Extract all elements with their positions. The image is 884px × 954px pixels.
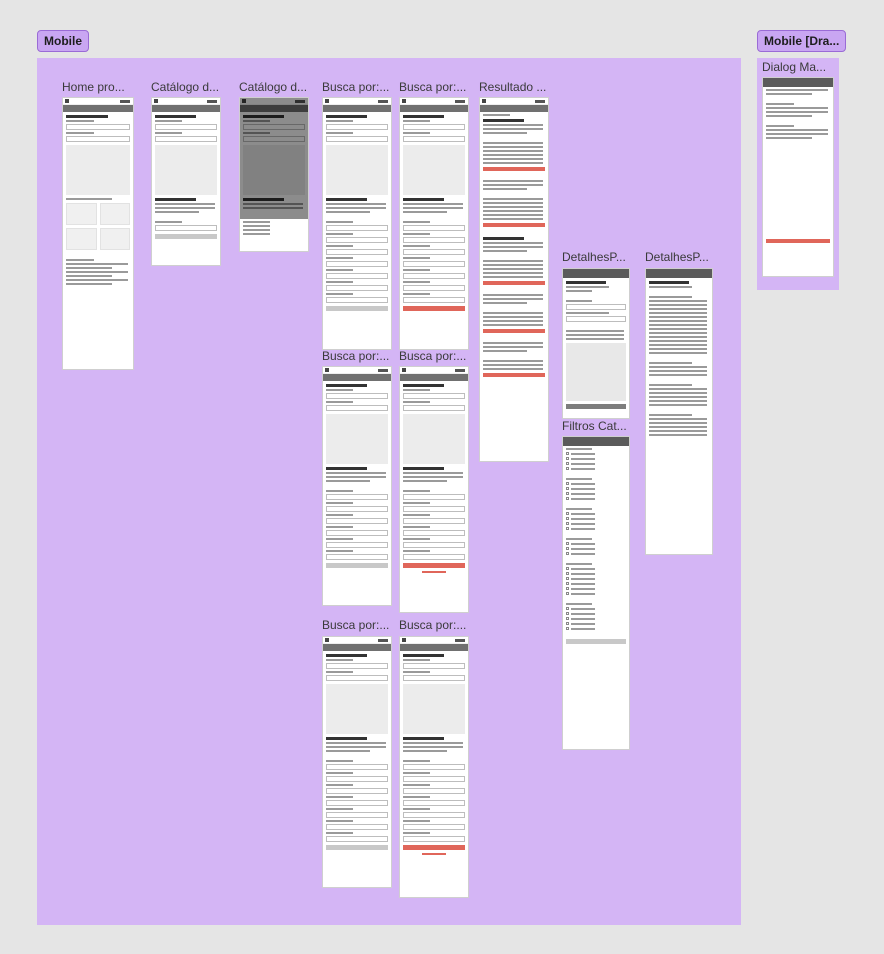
frame-filtros[interactable]	[562, 436, 630, 750]
frame-catalogo-1[interactable]	[151, 97, 221, 266]
frame-busca-2[interactable]	[399, 97, 469, 350]
frame-title-dialog[interactable]: Dialog Ma...	[762, 60, 832, 74]
frame-title-detalhes-2[interactable]: DetalhesP...	[645, 250, 715, 264]
frame-title-busca-6[interactable]: Busca por:...	[399, 618, 469, 632]
section-label-mobile-text: Mobile	[44, 34, 82, 48]
frame-title-busca-2[interactable]: Busca por:...	[399, 80, 469, 94]
frame-title-detalhes-1[interactable]: DetalhesP...	[562, 250, 632, 264]
frame-title-catalogo-1[interactable]: Catálogo d...	[151, 80, 221, 94]
frame-busca-1[interactable]	[322, 97, 392, 350]
frame-busca-3[interactable]	[322, 366, 392, 606]
section-label-mobile-draft[interactable]: Mobile [Dra...	[757, 30, 847, 52]
section-label-mobile-draft-text: Mobile [Dra...	[764, 34, 840, 48]
frame-title-busca-3[interactable]: Busca por:...	[322, 349, 392, 363]
frame-title-resultado[interactable]: Resultado ...	[479, 80, 549, 94]
frame-title-busca-4[interactable]: Busca por:...	[399, 349, 469, 363]
frame-catalogo-2[interactable]	[239, 97, 309, 252]
frame-busca-4[interactable]	[399, 366, 469, 613]
frame-title-filtros[interactable]: Filtros Cat...	[562, 419, 632, 433]
section-label-mobile[interactable]: Mobile	[37, 30, 89, 52]
design-canvas: Mobile Mobile [Dra... Home pro... Catálo…	[0, 0, 884, 954]
frame-title-busca-1[interactable]: Busca por:...	[322, 80, 392, 94]
frame-title-home[interactable]: Home pro...	[62, 80, 132, 94]
frame-detalhes-2[interactable]	[645, 268, 713, 555]
frame-resultado[interactable]	[479, 97, 549, 462]
frame-detalhes-1[interactable]	[562, 268, 630, 419]
frame-title-busca-5[interactable]: Busca por:...	[322, 618, 392, 632]
frame-title-catalogo-2[interactable]: Catálogo d...	[239, 80, 309, 94]
frame-busca-6[interactable]	[399, 636, 469, 898]
frame-dialog[interactable]	[762, 77, 834, 277]
frame-busca-5[interactable]	[322, 636, 392, 888]
frame-home[interactable]	[62, 97, 134, 370]
